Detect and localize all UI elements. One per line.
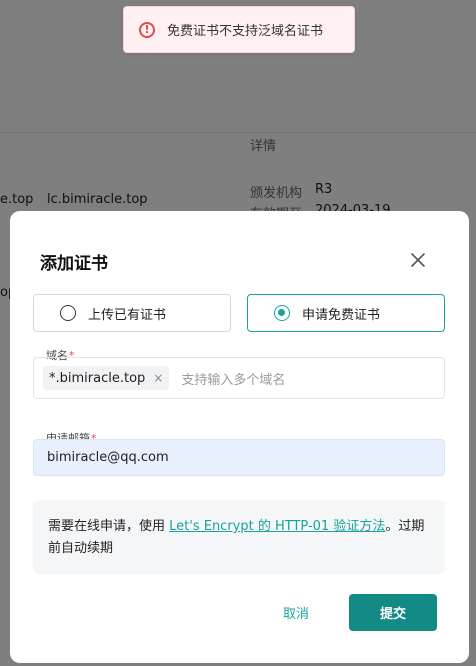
option-label: 申请免费证书 <box>302 307 381 323</box>
option-apply-free[interactable]: 申请免费证书 <box>247 294 445 332</box>
close-icon <box>411 253 425 267</box>
cancel-button[interactable]: 取消 <box>270 594 322 630</box>
add-certificate-dialog: 添加证书 上传已有证书 申请免费证书 域名* *.bimiracle.top ×… <box>10 211 469 663</box>
submit-button[interactable]: 提交 <box>349 594 437 631</box>
tag-close-icon[interactable]: × <box>153 371 163 385</box>
error-circle-icon: ! <box>139 21 155 38</box>
option-label: 上传已有证书 <box>88 307 167 323</box>
email-field[interactable]: bimiracle@qq.com <box>33 439 445 476</box>
radio-unchecked-icon <box>60 305 76 321</box>
close-button[interactable] <box>407 249 429 271</box>
domain-tag-input[interactable]: *.bimiracle.top × 支持输入多个域名 <box>33 357 445 399</box>
domain-placeholder: 支持输入多个域名 <box>181 372 286 388</box>
lets-encrypt-link[interactable]: Let's Encrypt 的 HTTP-01 验证方法 <box>169 519 385 534</box>
toast-message: 免费证书不支持泛域名证书 <box>167 24 324 39</box>
domain-tag: *.bimiracle.top × <box>43 366 170 390</box>
error-toast: ! 免费证书不支持泛域名证书 <box>123 6 355 53</box>
dialog-title: 添加证书 <box>40 254 108 274</box>
info-prefix: 需要在线申请，使用 <box>48 519 170 534</box>
info-notice: 需要在线申请，使用 Let's Encrypt 的 HTTP-01 验证方法。过… <box>33 500 445 574</box>
domain-tag-label: *.bimiracle.top <box>49 370 146 386</box>
radio-checked-icon <box>274 305 290 321</box>
option-upload-existing[interactable]: 上传已有证书 <box>33 294 231 332</box>
